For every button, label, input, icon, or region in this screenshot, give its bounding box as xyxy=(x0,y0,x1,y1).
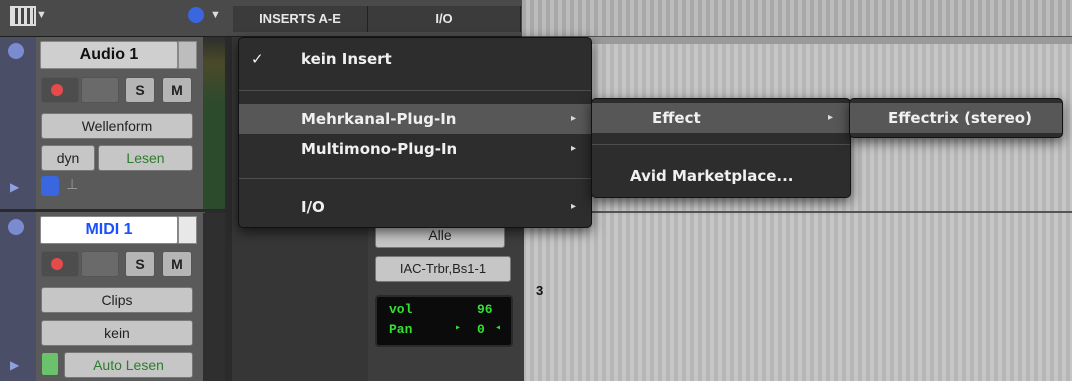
track-name-menu-button[interactable] xyxy=(178,41,197,69)
input-monitor-button[interactable] xyxy=(81,251,119,277)
track-name-audio[interactable]: Audio 1 xyxy=(40,41,178,69)
track-view-selector[interactable]: Clips xyxy=(41,287,193,313)
menu-item-label: I/O xyxy=(301,198,325,216)
track-divider xyxy=(0,209,232,212)
metronome-icon[interactable] xyxy=(42,353,58,375)
submenu-arrow-icon: ▸ xyxy=(571,201,577,212)
submenu-arrow-icon: ▸ xyxy=(571,113,577,124)
pan-label: Pan xyxy=(389,322,413,337)
check-icon: ✓ xyxy=(251,50,264,68)
menu-item-label: kein Insert xyxy=(301,50,392,68)
track-view-selector[interactable]: Wellenform xyxy=(41,113,193,139)
timeline-ruler[interactable] xyxy=(522,0,1072,37)
track-name-midi[interactable]: MIDI 1 xyxy=(40,216,178,244)
automation-mode-selector[interactable]: Lesen xyxy=(98,145,193,171)
automation-mode-selector[interactable]: Auto Lesen xyxy=(64,352,193,378)
chevron-down-icon[interactable]: ▼ xyxy=(36,9,47,21)
menu-item-label: Effect xyxy=(652,109,701,127)
insert-menu: ✓ kein Insert Mehrkanal-Plug-In ▸ Multim… xyxy=(238,37,592,228)
channel-number: 3 xyxy=(536,283,544,298)
menu-item-multimono-plugin[interactable]: Multimono-Plug-In ▸ xyxy=(239,134,591,164)
track-name-menu-button[interactable] xyxy=(178,216,197,244)
vol-label: vol xyxy=(389,302,413,317)
group-selector[interactable]: kein xyxy=(41,320,193,346)
tab-inserts[interactable]: INSERTS A-E xyxy=(233,6,368,32)
menu-item-mehrkanal-plugin[interactable]: Mehrkanal-Plug-In ▸ xyxy=(239,104,591,134)
menu-item-label: Effectrix (stereo) xyxy=(888,109,1032,127)
submenu-arrow-icon: ▸ xyxy=(571,143,577,154)
pan-right-arrow-icon[interactable]: ◂ xyxy=(495,322,501,334)
pan-value[interactable]: 0 xyxy=(477,322,485,337)
menu-separator xyxy=(239,90,591,91)
menu-item-effect[interactable]: Effect ▸ xyxy=(592,103,850,133)
submenu-arrow-icon: ▸ xyxy=(828,112,834,123)
tab-io[interactable]: I/O xyxy=(368,6,521,32)
track-select-icon[interactable] xyxy=(8,43,24,59)
timebase-icon[interactable]: ⊥ xyxy=(66,176,78,193)
chevron-down-icon[interactable]: ▼ xyxy=(210,9,221,21)
menu-item-label: Avid Marketplace... xyxy=(630,167,794,185)
menu-item-kein-insert[interactable]: ✓ kein Insert xyxy=(239,44,591,74)
mute-button[interactable]: M xyxy=(162,77,192,103)
pan-left-arrow-icon[interactable]: ▸ xyxy=(455,322,461,334)
menu-item-label: Mehrkanal-Plug-In xyxy=(301,110,457,128)
automation-dyn-button[interactable]: dyn xyxy=(41,145,95,171)
track-list-toggle-icon[interactable] xyxy=(10,6,36,26)
vol-value[interactable]: 96 xyxy=(477,302,493,317)
menu-separator xyxy=(239,178,591,179)
edit-window-header: ▼ ▼ INSERTS A-E I/O xyxy=(0,0,522,37)
track-meter xyxy=(203,37,225,209)
track-select-icon[interactable] xyxy=(8,219,24,235)
record-arm-button[interactable] xyxy=(41,77,79,103)
menu-item-io[interactable]: I/O ▸ xyxy=(239,192,591,222)
menu-item-effectrix-stereo[interactable]: Effectrix (stereo) xyxy=(850,103,1062,133)
solo-button[interactable]: S xyxy=(125,77,155,103)
volume-pan-display[interactable]: vol 96 Pan ▸ 0 ◂ xyxy=(375,295,513,347)
playlist-expand-icon[interactable]: ▶ xyxy=(10,180,19,194)
input-monitor-button[interactable] xyxy=(81,77,119,103)
menu-item-label: Multimono-Plug-In xyxy=(301,140,458,158)
record-arm-button[interactable] xyxy=(41,251,79,277)
playlist-expand-icon[interactable]: ▶ xyxy=(10,358,19,372)
track-meter xyxy=(203,213,225,381)
input-monitor-icon[interactable] xyxy=(41,176,59,196)
mute-button[interactable]: M xyxy=(162,251,192,277)
solo-button[interactable]: S xyxy=(125,251,155,277)
plugin-list-submenu: Effectrix (stereo) xyxy=(849,98,1063,138)
timeline-lane-top xyxy=(522,37,1072,44)
menu-separator xyxy=(592,144,850,145)
menu-item-avid-marketplace[interactable]: Avid Marketplace... xyxy=(592,161,850,191)
plugin-category-submenu: Effect ▸ Avid Marketplace... xyxy=(591,98,851,198)
clock-icon[interactable] xyxy=(188,7,204,23)
midi-output-selector[interactable]: IAC-Trbr,Bs1-1 xyxy=(375,256,511,282)
track-divider xyxy=(522,211,1072,213)
